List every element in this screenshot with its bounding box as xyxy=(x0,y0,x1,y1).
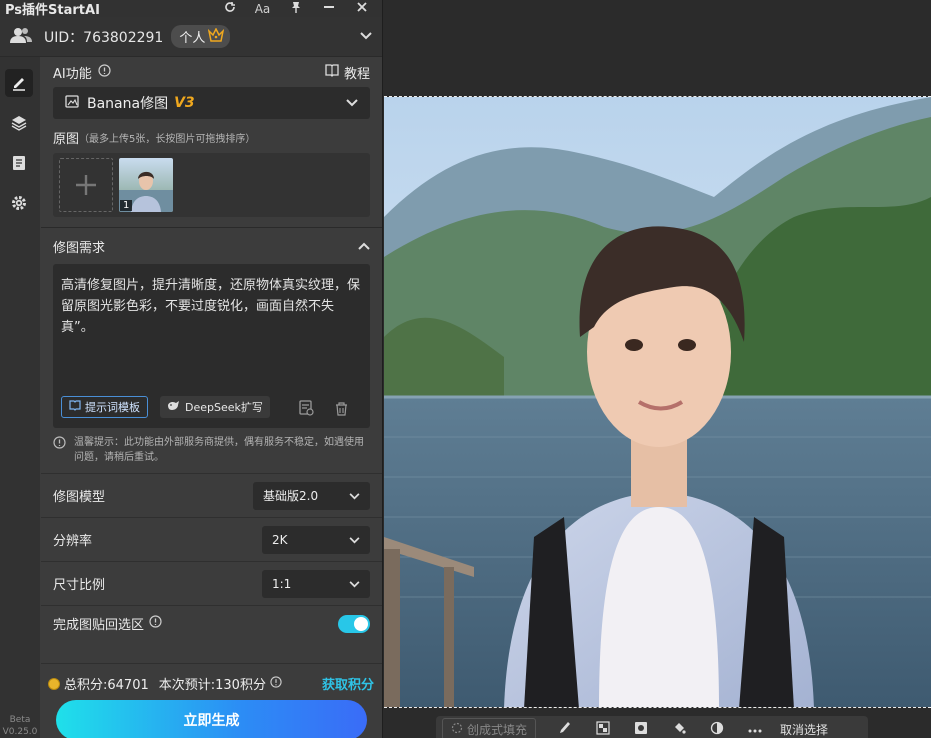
source-image-hint: （最多上传5张，长按图片可拖拽排序） xyxy=(79,133,256,145)
history-icon[interactable] xyxy=(299,400,314,420)
add-image-button[interactable] xyxy=(59,158,113,212)
edit-icon[interactable] xyxy=(5,69,33,97)
info-icon[interactable] xyxy=(270,675,282,692)
coin-icon xyxy=(48,677,60,690)
chevron-down-icon[interactable] xyxy=(360,29,372,44)
book-icon xyxy=(69,400,81,414)
model-label: 修图模型 xyxy=(53,490,106,505)
deselect-button[interactable]: 取消选择 xyxy=(780,721,828,738)
font-size-icon[interactable]: Aa xyxy=(246,2,279,16)
users-icon xyxy=(10,27,32,47)
user-bar: UID：763802291 个人 xyxy=(0,17,382,57)
request-header[interactable]: 修图需求 xyxy=(53,228,370,264)
deepseek-expand-button[interactable]: DeepSeek扩写 xyxy=(160,396,270,418)
bucket-icon[interactable] xyxy=(660,721,698,738)
generate-button[interactable]: 立即生成 xyxy=(56,700,367,738)
chevron-down-icon xyxy=(349,533,360,547)
get-points-link[interactable]: 获取积分 xyxy=(322,674,374,693)
ratio-select[interactable]: 1:1 xyxy=(262,569,370,598)
source-image-header: 原图 （最多上传5张，长按图片可拖拽排序） xyxy=(53,121,370,153)
info-icon[interactable] xyxy=(149,615,338,632)
contextual-task-bar: 创成式填充 取消选择 xyxy=(436,716,868,738)
canvas-photo xyxy=(384,96,931,708)
refresh-icon[interactable] xyxy=(213,1,246,16)
image-edit-icon xyxy=(65,94,79,112)
account-badge: 个人 xyxy=(171,25,231,48)
chevron-up-icon[interactable] xyxy=(358,239,370,254)
trash-icon[interactable] xyxy=(335,402,348,420)
crown-icon xyxy=(208,26,225,46)
close-icon[interactable] xyxy=(345,1,378,16)
estimate-points: 本次预计:130积分 xyxy=(158,678,266,693)
canvas-area[interactable]: 创成式填充 取消选择 xyxy=(384,0,931,738)
pin-icon[interactable] xyxy=(279,1,312,16)
layers-icon[interactable] xyxy=(5,109,33,137)
version-number: V0.25.0 xyxy=(2,727,38,737)
sparkle-icon xyxy=(451,722,463,737)
adjustment-icon[interactable] xyxy=(698,721,736,738)
model-select[interactable]: 基础版2.0 xyxy=(253,481,370,510)
transparency-icon[interactable] xyxy=(584,720,622,738)
chevron-down-icon xyxy=(346,96,358,111)
generative-fill-button[interactable]: 创成式填充 xyxy=(442,718,537,738)
app-title: Ps插件StartAI xyxy=(5,3,100,18)
generative-fill-label: 创成式填充 xyxy=(467,722,528,737)
source-image-label: 原图 xyxy=(53,131,80,147)
resolution-value: 2K xyxy=(272,532,288,547)
service-notice: 温馨提示：此功能由外部服务商提供，偶有服务不稳定，如遇使用问题，请稍后重试。 xyxy=(41,428,382,473)
main-content: AI功能 教程 Banana修图 V3 原图 （最多上传5张，长按图片可拖拽排序… xyxy=(41,57,382,738)
gear-icon[interactable] xyxy=(5,189,33,217)
titlebar: Ps插件StartAI Aa xyxy=(0,0,382,18)
beta-label: Beta xyxy=(9,715,31,725)
info-icon[interactable] xyxy=(98,63,111,81)
whale-icon xyxy=(167,400,181,414)
thumbnail-index: 1 xyxy=(120,200,133,211)
model-value: 基础版2.0 xyxy=(263,489,319,503)
deepseek-expand-label: DeepSeek扩写 xyxy=(185,401,263,414)
paste-back-row: 完成图贴回选区 xyxy=(41,605,382,641)
ratio-row: 尺寸比例 1:1 xyxy=(41,561,382,605)
account-type-label: 个人 xyxy=(179,31,206,46)
uid-label: UID：763802291 xyxy=(44,29,164,46)
minimize-icon[interactable] xyxy=(312,1,345,16)
brush-icon[interactable] xyxy=(546,721,584,738)
plugin-panel: Ps插件StartAI Aa UID：763802291 个人 Beta V0.… xyxy=(0,0,383,738)
ai-feature-value: Banana修图 xyxy=(87,96,169,112)
prompt-template-label: 提示词模板 xyxy=(85,401,140,414)
mask-icon[interactable] xyxy=(622,721,660,738)
document-icon[interactable] xyxy=(5,149,33,177)
model-row: 修图模型 基础版2.0 xyxy=(41,473,382,517)
book-icon[interactable] xyxy=(325,63,339,81)
source-image-box: 1 xyxy=(53,153,370,217)
resolution-label: 分辨率 xyxy=(53,534,93,549)
ratio-value: 1:1 xyxy=(272,576,292,591)
ratio-label: 尺寸比例 xyxy=(53,578,106,593)
resolution-select[interactable]: 2K xyxy=(262,525,370,554)
footer: 总积分:64701 本次预计:130积分 获取积分 立即生成 xyxy=(41,663,382,738)
chevron-down-icon xyxy=(349,577,360,591)
more-icon[interactable] xyxy=(736,722,774,736)
request-text: 高清修复图片，提升清晰度，还原物体真实纹理，保留原图光影色彩，不要过度锐化，画面… xyxy=(61,278,361,335)
request-textarea[interactable]: 高清修复图片，提升清晰度，还原物体真实纹理，保留原图光影色彩，不要过度锐化，画面… xyxy=(53,264,370,428)
sidebar: Beta V0.25.0 xyxy=(0,57,40,738)
tutorial-link[interactable]: 教程 xyxy=(344,63,370,82)
paste-back-toggle[interactable] xyxy=(338,614,370,633)
notice-text: 温馨提示：此功能由外部服务商提供，偶有服务不稳定，如遇使用问题，请稍后重试。 xyxy=(74,437,364,463)
ai-feature-header: AI功能 教程 xyxy=(53,57,370,87)
paste-back-label: 完成图贴回选区 xyxy=(53,618,145,633)
version-tag: V3 xyxy=(174,95,195,111)
ai-feature-label: AI功能 xyxy=(53,66,92,82)
info-icon xyxy=(53,436,66,465)
chevron-down-icon xyxy=(349,489,360,503)
total-points: 总积分:64701 xyxy=(64,678,149,693)
resolution-row: 分辨率 2K xyxy=(41,517,382,561)
source-thumbnail[interactable]: 1 xyxy=(119,158,173,212)
request-label: 修图需求 xyxy=(53,240,106,256)
version-label: Beta V0.25.0 xyxy=(0,714,40,738)
ai-feature-select[interactable]: Banana修图 V3 xyxy=(53,87,370,119)
prompt-template-button[interactable]: 提示词模板 xyxy=(61,396,148,418)
